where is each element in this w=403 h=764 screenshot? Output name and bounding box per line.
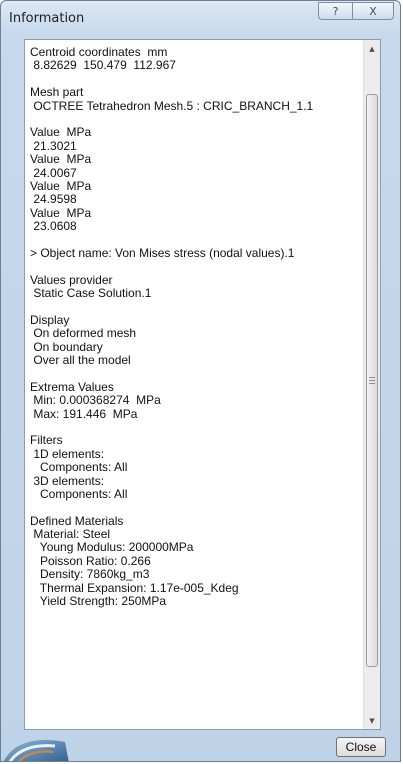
info-line: Over all the model xyxy=(30,352,131,367)
scroll-down-arrow-icon[interactable]: ▼ xyxy=(364,712,380,729)
help-icon: ? xyxy=(332,4,339,18)
info-line: Display xyxy=(30,312,70,327)
info-line: 21.3021 xyxy=(30,138,77,153)
title-bar[interactable]: Information ? X xyxy=(1,1,400,37)
info-line: Value MPa xyxy=(30,178,92,193)
info-line: Static Case Solution.1 xyxy=(30,286,152,301)
info-line: Value MPa xyxy=(30,125,92,140)
information-text[interactable]: Centroid coordinates mm 8.82629 150.479 … xyxy=(25,40,363,729)
dialog-title: Information xyxy=(9,11,85,26)
title-bar-buttons: ? X xyxy=(318,2,394,20)
info-line: Max: 191.446 MPa xyxy=(30,406,138,421)
info-line: 24.0067 xyxy=(30,165,77,180)
close-icon: X xyxy=(369,4,377,18)
info-line: On boundary xyxy=(30,339,103,354)
info-line: Components: All xyxy=(30,486,128,501)
info-line: 1D elements: xyxy=(30,446,105,461)
information-panel: Centroid coordinates mm 8.82629 150.479 … xyxy=(24,39,381,730)
title-close-button[interactable]: X xyxy=(352,2,394,20)
info-line: Filters xyxy=(30,433,63,448)
info-line: 8.82629 150.479 112.967 xyxy=(30,58,176,73)
info-line: Min: 0.000368274 MPa xyxy=(30,393,161,408)
info-line: 24.9598 xyxy=(30,192,77,207)
info-line: Material: Steel xyxy=(30,527,111,542)
info-line: Components: All xyxy=(30,460,128,475)
info-line: Centroid coordinates mm xyxy=(30,45,168,59)
info-line: Thermal Expansion: 1.17e-005_Kdeg xyxy=(30,580,239,595)
vertical-scrollbar[interactable]: ▲ ▼ xyxy=(363,40,380,729)
info-line: 23.0608 xyxy=(30,219,77,234)
info-line: Young Modulus: 200000MPa xyxy=(30,540,194,555)
help-button[interactable]: ? xyxy=(318,2,352,20)
info-line: Density: 7860kg_m3 xyxy=(30,567,150,582)
info-line: Defined Materials xyxy=(30,513,124,528)
info-line: Value MPa xyxy=(30,152,92,167)
info-line: Values provider xyxy=(30,272,113,287)
information-dialog: Information ? X Centroid coordinates mm … xyxy=(0,0,401,762)
info-line: > Object name: Von Mises stress (nodal v… xyxy=(30,245,295,260)
info-line: 3D elements: xyxy=(30,473,105,488)
info-line: OCTREE Tetrahedron Mesh.5 : CRIC_BRANCH_… xyxy=(30,98,314,113)
scrollbar-thumb[interactable] xyxy=(366,94,378,667)
close-button[interactable]: Close xyxy=(336,737,386,757)
info-line: Yield Strength: 250MPa xyxy=(30,594,167,609)
app-logo-icon xyxy=(3,732,69,761)
info-line: Value MPa xyxy=(30,205,92,220)
info-line: Mesh part xyxy=(30,85,84,100)
info-line: On deformed mesh xyxy=(30,326,137,341)
info-line: Extrema Values xyxy=(30,379,114,394)
info-line: Poisson Ratio: 0.266 xyxy=(30,553,151,568)
scrollbar-grip xyxy=(369,376,375,385)
scroll-up-arrow-icon[interactable]: ▲ xyxy=(364,40,380,57)
